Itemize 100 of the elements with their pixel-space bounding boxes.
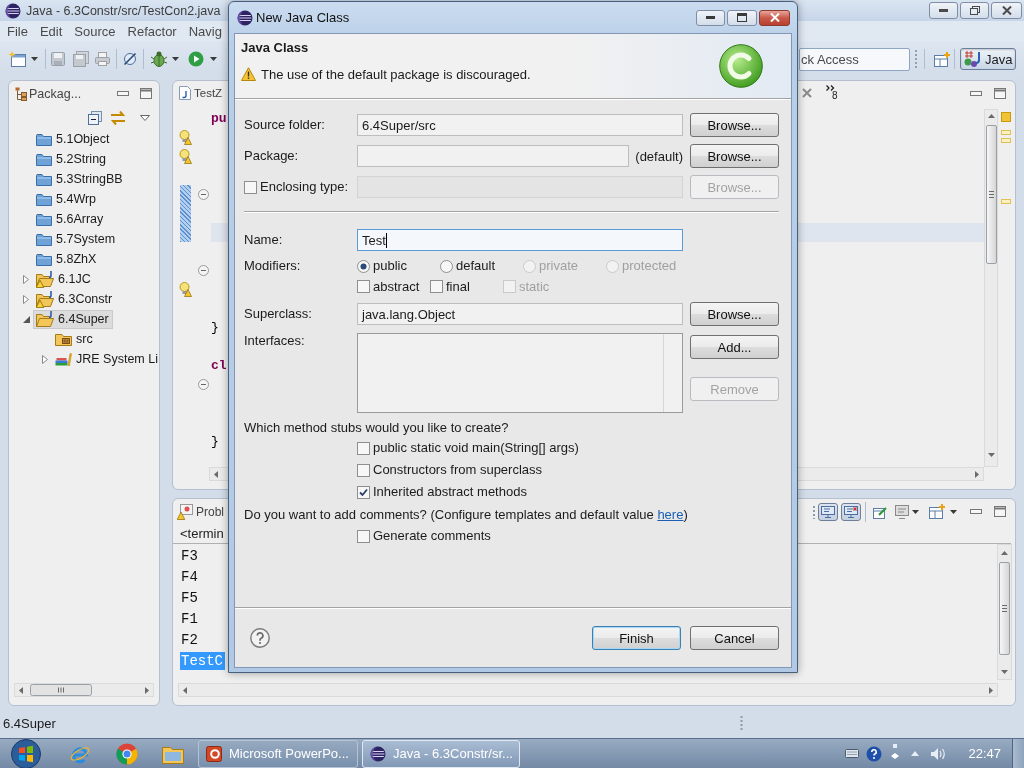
- maximize-button[interactable]: [727, 9, 757, 26]
- caret-up-icon[interactable]: [911, 751, 920, 756]
- tree-item[interactable]: 5.4Wrp: [33, 189, 101, 209]
- collapsed-arrow-icon[interactable]: [42, 354, 48, 364]
- print-icon[interactable]: [95, 52, 110, 66]
- scroll-down-arrow-icon[interactable]: [987, 453, 995, 457]
- scroll-left-arrow-icon[interactable]: [19, 686, 23, 694]
- tree-item[interactable]: 5.3StringBB: [33, 169, 127, 189]
- tree-item[interactable]: 5.2String: [33, 149, 111, 169]
- window-plus-icon[interactable]: [929, 504, 945, 519]
- close-button[interactable]: [991, 2, 1022, 19]
- collapsed-arrow-icon[interactable]: [23, 274, 29, 284]
- checkbox[interactable]: [430, 280, 443, 293]
- caret-icon[interactable]: [172, 57, 179, 61]
- checkbox[interactable]: [357, 280, 370, 293]
- caret-icon[interactable]: [950, 509, 957, 514]
- tree-item[interactable]: 5.8ZhX: [33, 249, 101, 269]
- scroll-left-arrow-icon[interactable]: [183, 686, 187, 694]
- checkbox[interactable]: [357, 463, 370, 477]
- browse-button[interactable]: Browse...: [690, 302, 779, 326]
- dialog-button[interactable]: Cancel: [690, 626, 779, 650]
- menu-item[interactable]: Edit: [33, 22, 69, 41]
- checkbox[interactable]: [357, 529, 370, 543]
- tab-close-icon[interactable]: [802, 88, 812, 98]
- scroll-right-arrow-icon[interactable]: [975, 470, 979, 478]
- scrollbar-thumb[interactable]: [985, 125, 997, 264]
- tree-item[interactable]: 6.3Constr: [33, 289, 117, 309]
- window-sparkle-icon[interactable]: [8, 51, 26, 67]
- restore-button[interactable]: [960, 2, 989, 19]
- save-all-icon[interactable]: [73, 51, 89, 67]
- maximize-view-icon[interactable]: [994, 87, 1006, 99]
- maximize-view-icon[interactable]: [994, 506, 1006, 517]
- scrollbar-thumb[interactable]: [999, 562, 1010, 655]
- maximize-view-icon[interactable]: [140, 88, 152, 99]
- monitor-button[interactable]: [818, 502, 838, 521]
- fold-collapse-icon[interactable]: [197, 189, 209, 200]
- caret-icon[interactable]: [31, 57, 38, 61]
- bug-icon[interactable]: [150, 51, 168, 67]
- horizontal-scrollbar[interactable]: [178, 683, 998, 697]
- text-field[interactable]: [357, 145, 630, 167]
- browse-button[interactable]: Browse...: [690, 144, 779, 168]
- minimize-button[interactable]: [696, 9, 725, 26]
- save-icon[interactable]: [51, 52, 65, 66]
- radio-button[interactable]: [357, 259, 370, 273]
- horizontal-scrollbar[interactable]: [14, 683, 154, 697]
- run-icon[interactable]: [188, 51, 204, 67]
- templates-link[interactable]: here: [657, 506, 684, 522]
- interfaces-list[interactable]: [357, 333, 683, 413]
- link-arrows-icon[interactable]: [110, 109, 126, 126]
- minimize-view-icon[interactable]: [970, 509, 982, 514]
- view-tab[interactable]: Packag...: [9, 81, 82, 106]
- checkbox[interactable]: [357, 441, 370, 455]
- minimize-view-icon[interactable]: [970, 90, 982, 96]
- tree-item[interactable]: 5.7System: [33, 229, 120, 249]
- caret-icon[interactable]: [210, 57, 217, 61]
- vertical-scrollbar[interactable]: [984, 109, 998, 467]
- keyboard-icon[interactable]: [845, 749, 860, 758]
- menu-item[interactable]: Refactor: [121, 22, 183, 41]
- minimize-button[interactable]: [929, 2, 958, 19]
- fold-collapse-icon[interactable]: [197, 379, 209, 390]
- minimize-view-icon[interactable]: [117, 91, 129, 96]
- view-menu-icon[interactable]: [140, 114, 150, 121]
- help-icon[interactable]: [250, 628, 270, 648]
- text-field[interactable]: 6.4Super/src: [357, 114, 683, 136]
- scroll-right-arrow-icon[interactable]: [145, 686, 149, 694]
- list-button[interactable]: Add...: [690, 335, 779, 359]
- console-tab[interactable]: Probl: [173, 499, 224, 524]
- more-tabs-button[interactable]: 8: [826, 85, 842, 101]
- segmented-circle-icon[interactable]: [116, 742, 138, 765]
- caret-icon[interactable]: [912, 509, 919, 514]
- collapsed-arrow-icon[interactable]: [23, 294, 29, 304]
- help-icon[interactable]: [866, 745, 883, 762]
- tree-item[interactable]: src: [52, 329, 97, 349]
- perspective-button[interactable]: Java: [960, 48, 1016, 70]
- window-pen-icon[interactable]: [873, 504, 887, 519]
- dialog-button[interactable]: Finish: [592, 626, 681, 650]
- scroll-left-arrow-icon[interactable]: [214, 470, 218, 478]
- editor-tab[interactable]: TestZ: [173, 81, 223, 105]
- text-field[interactable]: Test: [357, 229, 683, 251]
- monitor-remove-button[interactable]: [841, 502, 861, 521]
- scroll-up-arrow-icon[interactable]: [987, 114, 995, 118]
- quick-access-field[interactable]: ck Access: [799, 47, 910, 71]
- slashed-circle-icon[interactable]: [123, 52, 137, 66]
- tree-item[interactable]: 6.1JC: [33, 269, 95, 289]
- menu-item[interactable]: File: [1, 22, 34, 41]
- menu-item[interactable]: Navig: [182, 22, 228, 41]
- scroll-up-arrow-icon[interactable]: [1001, 551, 1008, 555]
- tree-item[interactable]: 5.6Array: [33, 209, 108, 229]
- volume-icon[interactable]: [930, 746, 947, 761]
- scroll-down-arrow-icon[interactable]: [1001, 670, 1008, 674]
- text-field[interactable]: java.lang.Object: [357, 303, 683, 325]
- start-button[interactable]: [10, 738, 42, 768]
- scroll-right-arrow-icon[interactable]: [989, 686, 993, 694]
- window-plus-icon[interactable]: [934, 51, 950, 67]
- tree-item[interactable]: 6.4Super: [33, 309, 113, 329]
- browse-button[interactable]: Browse...: [690, 113, 779, 137]
- scrollbar-thumb[interactable]: [30, 684, 92, 696]
- show-desktop-button[interactable]: [1012, 739, 1024, 768]
- tree-item[interactable]: 5.1Object: [33, 129, 114, 149]
- collapse-all-icon[interactable]: [88, 110, 102, 125]
